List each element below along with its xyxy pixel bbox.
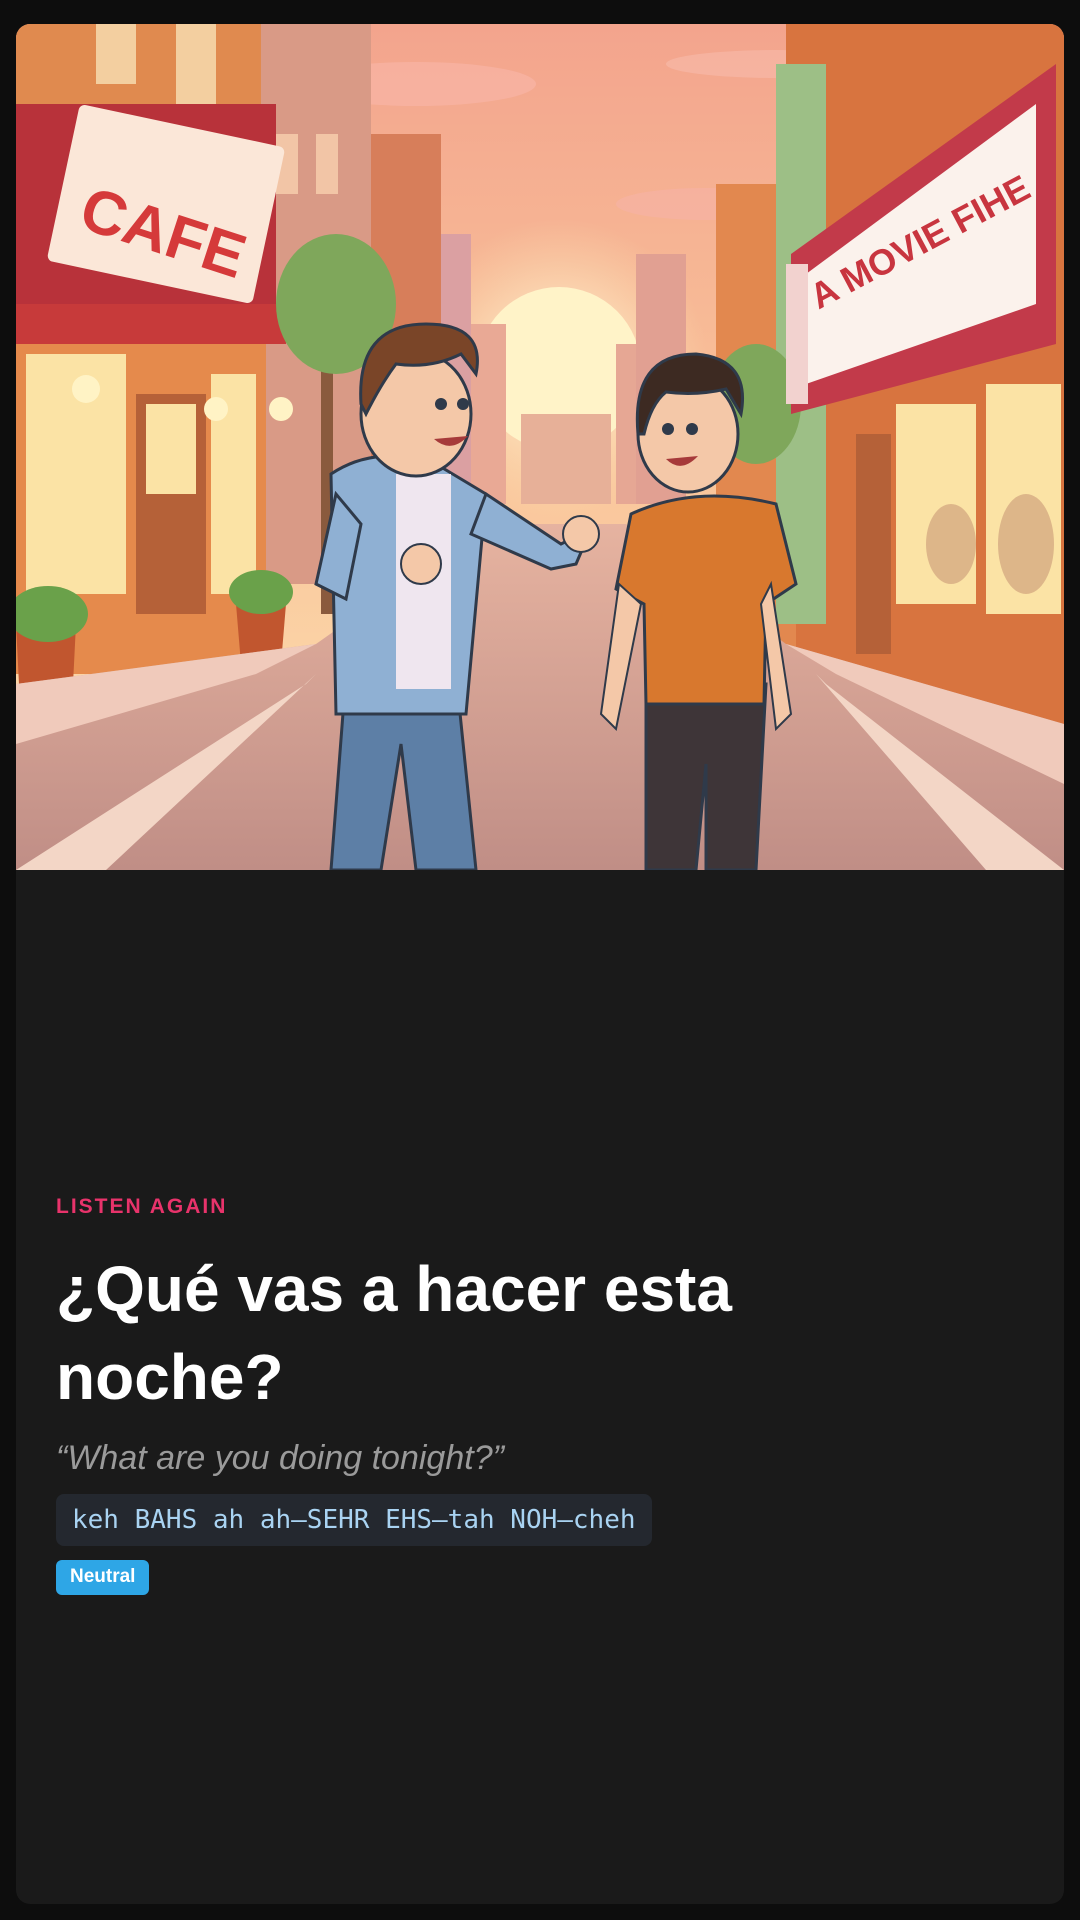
phrase-content: LISTEN AGAIN ¿Qué vas a hacer esta noche… (56, 1194, 1024, 1595)
formality-badge: Neutral (56, 1560, 150, 1595)
listen-again-label[interactable]: LISTEN AGAIN (56, 1194, 1024, 1219)
street-scene-illustration: CAFE A MOVIE FIHE (16, 24, 1064, 870)
phrase-card: CAFE A MOVIE FIHE LISTEN AGAIN ¿Qué vas … (16, 24, 1064, 1904)
english-translation: “What are you doing tonight?” (56, 1439, 504, 1478)
spanish-phrase: ¿Qué vas a hacer esta noche? (56, 1253, 732, 1414)
pronunciation-guide: keh BAHS ah ah–SEHR EHS–tah NOH–cheh (56, 1493, 652, 1547)
